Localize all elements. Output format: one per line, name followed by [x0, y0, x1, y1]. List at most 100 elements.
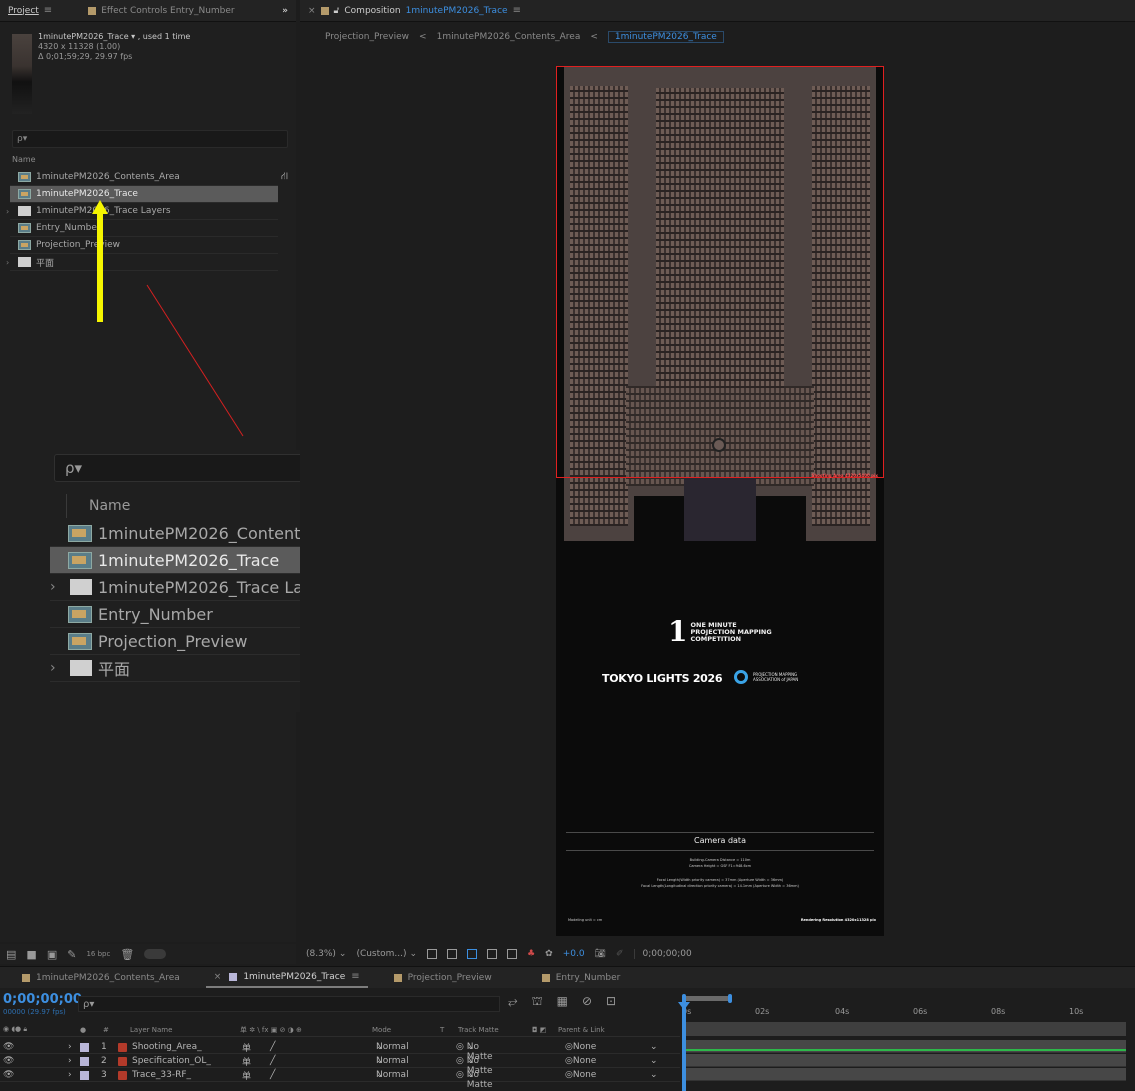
- panel-menu-icon[interactable]: ≡: [513, 5, 521, 16]
- list-item[interactable]: Entry_Number: [10, 220, 278, 237]
- frame-blending-icon[interactable]: ▦: [557, 994, 568, 1010]
- layer-name[interactable]: Trace_33-RF_: [132, 1070, 191, 1080]
- playhead[interactable]: [682, 998, 686, 1091]
- tab-project[interactable]: Project ≡: [0, 0, 60, 21]
- shy-switch-icon[interactable]: 单: [242, 1041, 251, 1054]
- layer-row[interactable]: 👁︎ › 1 Shooting_Area_ 单 ╱ Normal ⌄ ◎ No …: [0, 1041, 680, 1062]
- panel-menu-icon[interactable]: ≡: [351, 971, 359, 982]
- composition-mini-flowchart-icon[interactable]: ⥂: [508, 994, 518, 1010]
- guides-icon[interactable]: [487, 949, 498, 959]
- time-navigator-end-handle[interactable]: [728, 994, 732, 1003]
- view-options-icon[interactable]: [507, 949, 518, 959]
- quality-switch-icon[interactable]: ╱: [270, 1042, 275, 1052]
- parent-dropdown[interactable]: ◎ None: [565, 1056, 596, 1066]
- eye-icon[interactable]: 👁︎: [3, 1056, 14, 1066]
- layer-duration-bar[interactable]: [686, 1054, 1126, 1067]
- quality-switch-icon[interactable]: ╱: [270, 1056, 275, 1066]
- quality-switch-icon[interactable]: ╱: [270, 1070, 275, 1080]
- name-column-header[interactable]: Name: [12, 155, 36, 164]
- mode-dropdown[interactable]: Normal ⌄: [376, 1056, 409, 1066]
- tab-effect-controls[interactable]: Effect Controls Entry_Number: [80, 0, 242, 21]
- list-item[interactable]: 1minutePM2026_Trace: [10, 186, 278, 203]
- breadcrumb-item-current[interactable]: 1minutePM2026_Trace: [607, 31, 724, 43]
- list-item[interactable]: › 平面: [6, 254, 278, 271]
- breadcrumb-item[interactable]: 1minutePM2026_Contents_Area: [437, 32, 581, 42]
- layer-duration-bar[interactable]: [686, 1068, 1126, 1081]
- chevron-right-icon[interactable]: ›: [6, 258, 9, 267]
- chevron-right-icon[interactable]: ›: [68, 1042, 72, 1052]
- layer-label-color[interactable]: [80, 1042, 89, 1052]
- current-time-display[interactable]: 0;00;00;00: [3, 992, 82, 1007]
- tab-timeline[interactable]: 1minutePM2026_Contents_Area: [14, 967, 188, 988]
- tab-overflow-button[interactable]: »: [274, 0, 296, 21]
- layer-label-color[interactable]: [80, 1056, 89, 1066]
- motion-blur-icon[interactable]: ⊘: [582, 994, 592, 1010]
- mask-visibility-icon[interactable]: [467, 949, 478, 959]
- toggle-switch[interactable]: [144, 949, 167, 959]
- interpret-footage-icon[interactable]: ▤: [6, 948, 16, 961]
- camera-data-line: Focal Length(Longitudinal direction prio…: [641, 884, 799, 888]
- mode-dropdown[interactable]: Normal ⌄: [376, 1070, 409, 1080]
- chevron-right-icon[interactable]: ›: [68, 1070, 72, 1080]
- lock-icon[interactable]: 🔓︎: [334, 6, 340, 16]
- building-entrance: [684, 478, 756, 541]
- panel-menu-icon[interactable]: ≡: [44, 5, 52, 16]
- trash-icon[interactable]: 🗑︎: [120, 948, 134, 961]
- new-composition-icon[interactable]: ▣: [47, 948, 57, 961]
- exposure-value[interactable]: +0.0: [563, 949, 585, 959]
- time-ruler[interactable]: 0s 02s 04s 06s 08s 10s: [682, 992, 1135, 1020]
- zoom-dropdown[interactable]: (8.3%) ⌄: [306, 949, 346, 959]
- color-channel-icon[interactable]: ♣: [527, 949, 535, 959]
- layer-name-header[interactable]: Layer Name: [130, 1026, 172, 1034]
- resolution-dropdown[interactable]: (Custom...) ⌄: [356, 949, 417, 959]
- project-search-input[interactable]: ρ▾: [12, 130, 288, 148]
- layer-label-color[interactable]: [80, 1070, 89, 1080]
- layer-row[interactable]: 👁︎ › 3 Trace_33-RF_ 单 ╱ Normal ⌄ ◎ No Ma…: [0, 1069, 680, 1090]
- list-item[interactable]: › 1minutePM2026_Trace Layers: [6, 203, 278, 220]
- breadcrumb-item[interactable]: Projection_Preview: [325, 32, 409, 42]
- matte-dropdown[interactable]: ◎ No Matte ⌄: [456, 1070, 493, 1090]
- composition-canvas[interactable]: Shooting Area 4320x5400 pix 1 ONE MINUTE…: [556, 66, 884, 936]
- close-icon[interactable]: ×: [214, 972, 222, 982]
- shy-switch-icon[interactable]: 单: [242, 1055, 251, 1068]
- matte-dropdown[interactable]: ◎ No Matte ⌄: [456, 1042, 493, 1062]
- show-snapshot-icon[interactable]: ✐: [616, 949, 624, 959]
- eye-icon[interactable]: 👁︎: [3, 1070, 14, 1080]
- parent-dropdown[interactable]: ◎ None: [565, 1070, 596, 1080]
- graph-editor-icon[interactable]: ⊡: [606, 994, 616, 1010]
- draft-3d-icon[interactable]: ⛫: [532, 994, 543, 1010]
- list-item[interactable]: Projection_Preview: [10, 237, 278, 254]
- bit-depth-button[interactable]: 16 bpc: [86, 950, 110, 958]
- layer-name[interactable]: Specification_OL_: [132, 1056, 211, 1066]
- work-area-bar[interactable]: [686, 1022, 1126, 1036]
- camera-snapshot-icon[interactable]: 📷︎: [595, 949, 606, 959]
- mode-dropdown[interactable]: Normal ⌄: [376, 1042, 409, 1052]
- chevron-right-icon[interactable]: ›: [68, 1056, 72, 1066]
- tab-timeline[interactable]: Entry_Number: [534, 967, 629, 988]
- layer-name[interactable]: Shooting_Area_: [132, 1042, 202, 1052]
- eye-icon[interactable]: 👁︎: [3, 1042, 14, 1052]
- matte-dropdown[interactable]: ◎ No Matte ⌄: [456, 1056, 493, 1076]
- tab-composition[interactable]: × 🔓︎ Composition 1minutePM2026_Trace ≡: [300, 0, 529, 21]
- chevron-right-icon[interactable]: ›: [50, 579, 56, 595]
- shy-switch-icon[interactable]: 单: [242, 1069, 251, 1082]
- pen-icon[interactable]: ✎: [67, 948, 76, 961]
- tab-timeline[interactable]: Projection_Preview: [386, 967, 500, 988]
- close-icon[interactable]: ×: [308, 6, 316, 16]
- chevron-right-icon[interactable]: ›: [50, 660, 56, 676]
- list-item[interactable]: 1minutePM2026_Contents_Area ⛙: [10, 169, 288, 186]
- layer-duration-bar[interactable]: [686, 1040, 1126, 1053]
- tab-timeline-active[interactable]: × 1minutePM2026_Trace ≡: [205, 967, 368, 988]
- timeline-search-input[interactable]: ρ▾: [78, 996, 500, 1012]
- name-column-header[interactable]: Name: [66, 494, 130, 518]
- exposure-icon[interactable]: ✿: [545, 949, 553, 959]
- chevron-right-icon[interactable]: ›: [6, 207, 9, 216]
- transparency-grid-icon[interactable]: [447, 949, 458, 959]
- parent-dropdown[interactable]: ◎ None: [565, 1042, 596, 1052]
- new-folder-icon[interactable]: ■: [26, 948, 36, 961]
- flowchart-icon[interactable]: ⛙: [281, 171, 288, 184]
- region-of-interest-icon[interactable]: [427, 949, 438, 959]
- layer-row[interactable]: 👁︎ › 2 Specification_OL_ 单 ╱ Normal ⌄ ◎ …: [0, 1055, 680, 1076]
- time-navigator[interactable]: [682, 996, 730, 1001]
- viewer-timecode[interactable]: 0;00;00;00: [633, 949, 692, 959]
